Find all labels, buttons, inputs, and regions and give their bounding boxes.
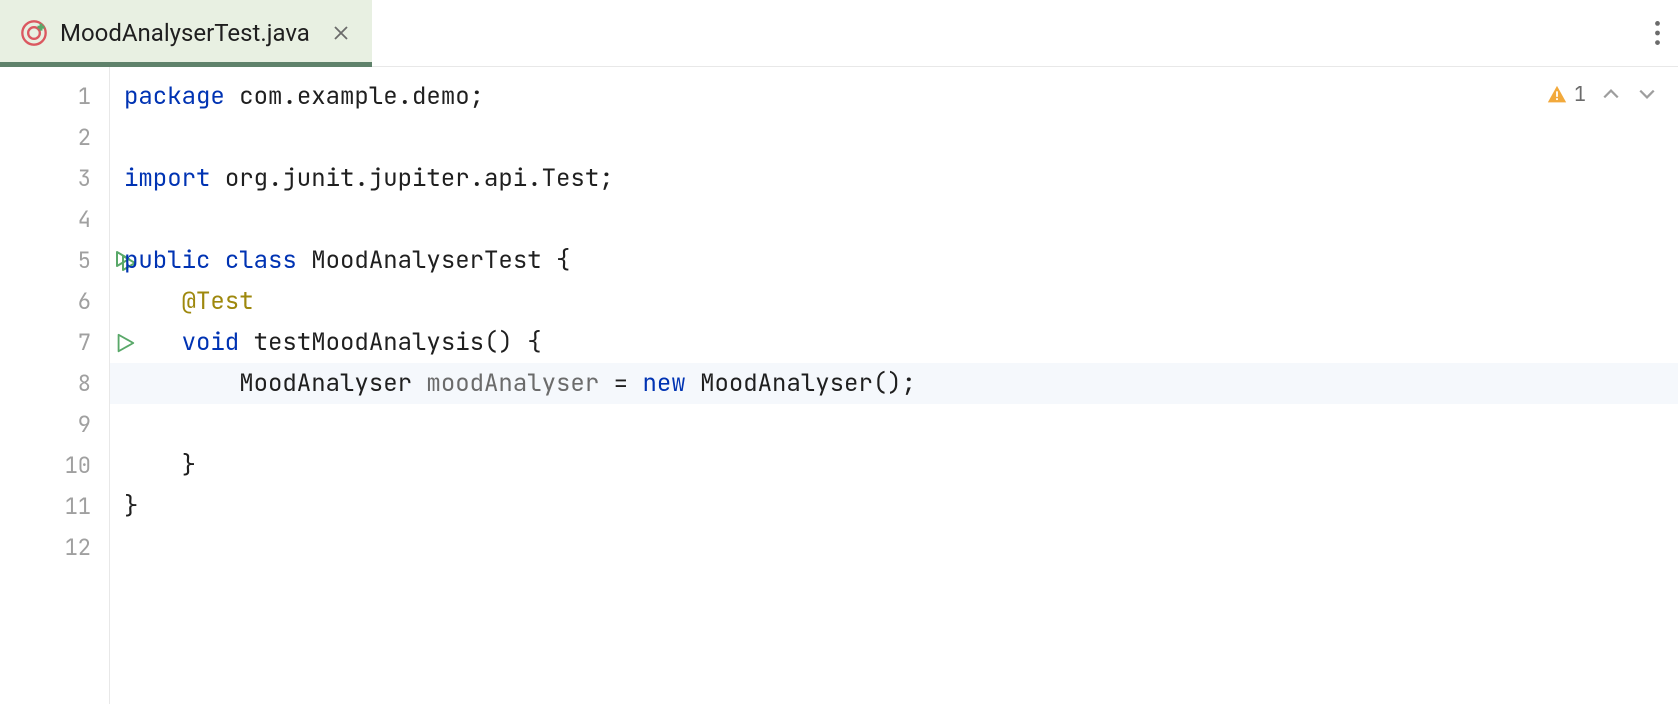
- test-class-icon: [20, 19, 48, 47]
- line-number: 2: [78, 123, 91, 152]
- line-number: 7: [78, 328, 91, 357]
- gutter-line[interactable]: 11: [0, 486, 109, 527]
- code-line: package com.example.demo;: [124, 76, 1678, 117]
- gutter-line[interactable]: 6: [0, 281, 109, 322]
- code-line: [124, 527, 1678, 568]
- more-menu-icon[interactable]: [1655, 21, 1660, 45]
- gutter-line[interactable]: 7: [0, 322, 109, 363]
- gutter-line[interactable]: 10: [0, 445, 109, 486]
- code-line: [124, 199, 1678, 240]
- line-number: 10: [65, 451, 91, 480]
- code-line-active: MoodAnalyser moodAnalyser = new MoodAnal…: [110, 363, 1678, 404]
- warning-icon: [1546, 83, 1568, 105]
- code-line: import org.junit.jupiter.api.Test;: [124, 158, 1678, 199]
- tab-label: MoodAnalyserTest.java: [60, 19, 310, 47]
- code-line: [124, 117, 1678, 158]
- line-number: 5: [78, 246, 91, 275]
- tab-bar: MoodAnalyserTest.java: [0, 0, 1678, 67]
- gutter-line[interactable]: 9: [0, 404, 109, 445]
- code-line: public class MoodAnalyserTest {: [124, 240, 1678, 281]
- gutter-line[interactable]: 2: [0, 117, 109, 158]
- code-line: }: [124, 486, 1678, 527]
- line-number: 12: [65, 533, 91, 562]
- gutter-line[interactable]: 1: [0, 76, 109, 117]
- line-number: 8: [78, 369, 91, 398]
- code-area[interactable]: package com.example.demo; import org.jun…: [110, 67, 1678, 704]
- next-highlight-icon[interactable]: [1636, 83, 1658, 105]
- code-line: void testMoodAnalysis() {: [124, 322, 1678, 363]
- gutter-line[interactable]: 12: [0, 527, 109, 568]
- file-tab[interactable]: MoodAnalyserTest.java: [0, 0, 372, 67]
- gutter-line[interactable]: 4: [0, 199, 109, 240]
- warning-badge[interactable]: 1: [1546, 81, 1586, 107]
- line-number: 4: [78, 205, 91, 234]
- line-number: 3: [78, 164, 91, 193]
- gutter-line[interactable]: 3: [0, 158, 109, 199]
- line-number: 9: [78, 410, 91, 439]
- code-line: @Test: [124, 281, 1678, 322]
- code-line: [124, 404, 1678, 445]
- close-tab-icon[interactable]: [330, 22, 352, 44]
- gutter-line[interactable]: 5: [0, 240, 109, 281]
- line-number: 1: [78, 82, 91, 111]
- inspection-status: 1: [1546, 81, 1658, 107]
- warning-count: 1: [1574, 81, 1586, 107]
- editor-area: 1 2 3 4 5 6 7 8 9 10 11 12: [0, 67, 1678, 704]
- code-line: }: [124, 445, 1678, 486]
- gutter-line[interactable]: 8: [0, 363, 109, 404]
- prev-highlight-icon[interactable]: [1600, 83, 1622, 105]
- gutter: 1 2 3 4 5 6 7 8 9 10 11 12: [0, 67, 110, 704]
- line-number: 6: [78, 287, 91, 316]
- line-number: 11: [65, 492, 91, 521]
